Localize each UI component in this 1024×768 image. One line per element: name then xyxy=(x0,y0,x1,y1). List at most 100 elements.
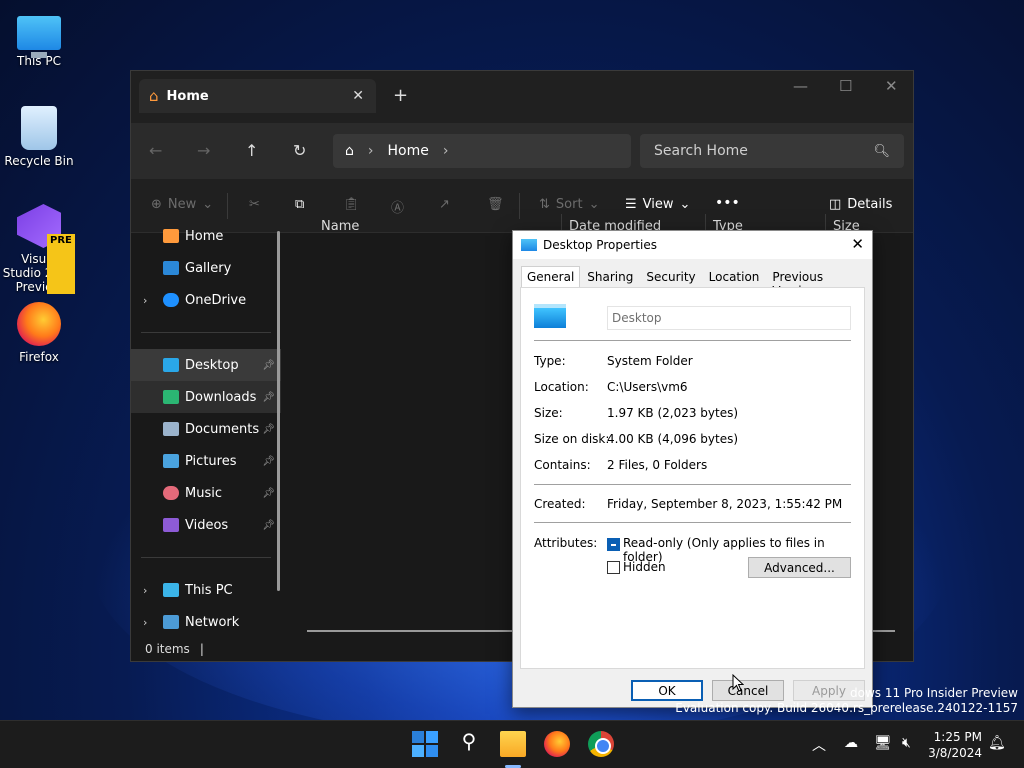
readonly-checkbox[interactable] xyxy=(607,538,620,551)
pin-icon[interactable]: 📌︎ xyxy=(262,360,275,371)
new-tab-button[interactable]: + xyxy=(393,85,408,106)
dialog-tabs: General Sharing Security Location Previo… xyxy=(521,266,872,298)
hidden-checkbox[interactable] xyxy=(607,561,620,574)
sidebar-item-label: Desktop xyxy=(185,357,239,373)
close-tab-icon[interactable]: ✕ xyxy=(352,88,364,104)
file-explorer-taskbar-icon[interactable] xyxy=(500,731,526,757)
contains-value: 2 Files, 0 Folders xyxy=(607,458,708,472)
pin-icon[interactable]: 📌︎ xyxy=(262,456,275,467)
refresh-icon[interactable]: ↻ xyxy=(293,141,306,160)
sidebar-item-downloads[interactable]: Downloads 📌︎ xyxy=(131,381,281,413)
network-icon[interactable]: 🖥︎ xyxy=(874,735,892,751)
chevron-right-icon[interactable]: › xyxy=(143,584,147,597)
size-value: 1.97 KB (2,023 bytes) xyxy=(607,406,739,420)
view-button[interactable]: ☰ View ⌄ xyxy=(625,197,690,212)
desktop-icon-recycle-bin[interactable]: Recycle Bin xyxy=(1,106,77,168)
type-value: System Folder xyxy=(607,354,693,368)
pin-icon[interactable]: 📌︎ xyxy=(262,520,275,531)
sidebar-item-label: Pictures xyxy=(185,453,237,469)
home-icon[interactable]: ⌂ xyxy=(345,143,354,159)
sort-button[interactable]: ⇅ Sort ⌄ xyxy=(539,197,599,212)
sidebar-item-this-pc[interactable]: › This PC xyxy=(131,574,281,606)
tab-sharing[interactable]: Sharing xyxy=(581,266,639,288)
monitor-icon xyxy=(163,583,179,597)
music-icon xyxy=(163,486,179,500)
contains-label: Contains: xyxy=(534,458,591,472)
sidebar-item-videos[interactable]: Videos 📌︎ xyxy=(131,509,281,541)
chevron-right-icon[interactable]: › xyxy=(143,616,147,629)
details-label: Details xyxy=(847,197,893,212)
pin-icon[interactable]: 📌︎ xyxy=(262,488,275,499)
search-input[interactable]: Search Home 🔍︎ xyxy=(640,134,904,168)
cut-icon[interactable]: ✂ xyxy=(249,197,260,212)
chevron-right-icon[interactable]: › xyxy=(443,143,449,159)
size-on-disk-label: Size on disk: xyxy=(534,432,610,446)
clock[interactable]: 1:25 PM 3/8/2024 xyxy=(928,729,982,761)
sidebar-scrollbar[interactable] xyxy=(277,231,280,591)
back-arrow-icon[interactable]: ← xyxy=(149,141,162,160)
evaluation-watermark: dows 11 Pro Insider Preview Evaluation c… xyxy=(675,686,1018,716)
start-button[interactable] xyxy=(412,731,438,757)
documents-icon xyxy=(163,422,179,436)
maximize-button[interactable]: ☐ xyxy=(839,77,852,95)
pin-icon[interactable]: 📌︎ xyxy=(262,392,275,403)
cloud-offline-icon[interactable]: ☁ xyxy=(844,735,858,751)
sidebar-item-label: OneDrive xyxy=(185,292,247,308)
chrome-taskbar-icon[interactable] xyxy=(588,731,614,757)
location-label: Location: xyxy=(534,380,589,394)
up-arrow-icon[interactable]: ↑ xyxy=(245,141,258,160)
pin-icon[interactable]: 📌︎ xyxy=(262,424,275,435)
share-icon[interactable]: ↗ xyxy=(439,197,450,212)
folder-name-field[interactable]: Desktop xyxy=(607,306,851,330)
pre-badge: PRE xyxy=(47,234,75,294)
size-on-disk-value: 4.00 KB (4,096 bytes) xyxy=(607,432,739,446)
forward-arrow-icon[interactable]: → xyxy=(197,141,210,160)
tab-security[interactable]: Security xyxy=(640,266,701,288)
desktop-icon-label: Recycle Bin xyxy=(4,154,74,168)
advanced-button[interactable]: Advanced... xyxy=(748,557,851,578)
column-header-name[interactable]: Name xyxy=(321,219,359,234)
volume-muted-icon[interactable]: 🔇︎ xyxy=(902,735,911,751)
minimize-button[interactable]: — xyxy=(793,77,808,95)
chevron-right-icon[interactable]: › xyxy=(368,143,374,159)
close-icon[interactable]: ✕ xyxy=(851,235,864,253)
breadcrumb-home[interactable]: Home xyxy=(388,143,429,159)
delete-icon[interactable]: 🗑︎ xyxy=(487,197,504,212)
tab-previous-versions[interactable]: Previous Versions xyxy=(766,266,871,298)
sidebar-item-music[interactable]: Music 📌︎ xyxy=(131,477,281,509)
hidden-label[interactable]: Hidden xyxy=(623,560,666,574)
search-icon[interactable]: ⚲ xyxy=(456,729,482,755)
desktop-icon-visual-studio[interactable]: PRE Visual Studio 2022 Preview xyxy=(1,204,77,294)
chevron-up-icon[interactable]: ︿ xyxy=(812,735,826,755)
sidebar-item-desktop[interactable]: Desktop 📌︎ xyxy=(131,349,281,381)
more-options-button[interactable]: ••• xyxy=(715,195,740,211)
firefox-taskbar-icon[interactable] xyxy=(544,731,570,757)
desktop-icon-firefox[interactable]: Firefox xyxy=(1,302,77,364)
sidebar-item-onedrive[interactable]: › OneDrive xyxy=(131,284,281,316)
notification-bell-icon[interactable]: 🔔︎ xyxy=(988,735,1006,751)
tab-general[interactable]: General xyxy=(521,266,581,288)
sidebar-item-documents[interactable]: Documents 📌︎ xyxy=(131,413,281,445)
desktop-icon-this-pc[interactable]: This PC xyxy=(1,10,77,68)
close-window-button[interactable]: ✕ xyxy=(885,77,898,95)
tab-location[interactable]: Location xyxy=(703,266,766,288)
address-bar[interactable]: ⌂ › Home › xyxy=(333,134,631,168)
firefox-icon xyxy=(17,302,61,346)
paste-icon[interactable]: 📋︎ xyxy=(343,197,360,212)
sidebar-item-gallery[interactable]: Gallery xyxy=(131,252,281,284)
desktop-icon-label: Firefox xyxy=(19,350,59,364)
tab-home[interactable]: ⌂ Home ✕ xyxy=(139,79,376,113)
tab-label: Home xyxy=(166,88,209,104)
sidebar-item-pictures[interactable]: Pictures 📌︎ xyxy=(131,445,281,477)
copy-icon[interactable]: ⧉ xyxy=(295,197,304,212)
created-label: Created: xyxy=(534,497,586,511)
sidebar-item-label: Downloads xyxy=(185,389,257,405)
properties-dialog: Desktop Properties ✕ General Sharing Sec… xyxy=(512,230,873,708)
dialog-title: Desktop Properties xyxy=(543,238,657,252)
new-button[interactable]: ⊕ New ⌄ xyxy=(151,197,213,212)
sidebar-item-home[interactable]: Home xyxy=(131,220,281,252)
details-button[interactable]: ◫ Details xyxy=(829,197,892,212)
divider xyxy=(534,340,851,341)
sidebar-item-network[interactable]: › Network xyxy=(131,606,281,638)
chevron-right-icon[interactable]: › xyxy=(143,294,147,307)
